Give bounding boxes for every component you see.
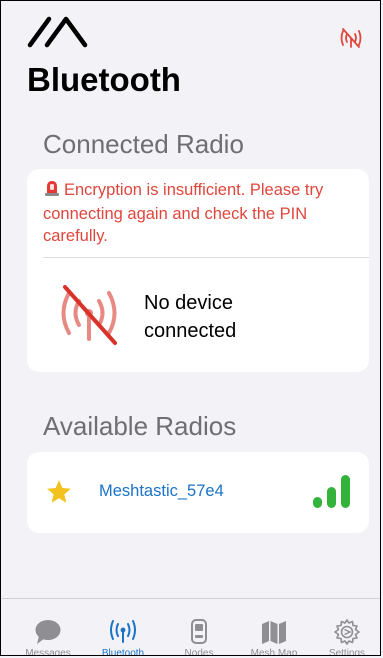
tab-messages[interactable]: Messages: [10, 619, 86, 656]
no-connection-icon: [55, 279, 123, 352]
page-title: Bluetooth: [27, 61, 181, 98]
tab-label: Settings: [328, 648, 366, 656]
antenna-icon: [85, 619, 161, 645]
star-icon[interactable]: [45, 478, 73, 511]
error-message: Encryption is insufficient. Please try c…: [43, 179, 363, 247]
tab-nodes[interactable]: Nodes: [161, 619, 237, 656]
antenna-off-icon[interactable]: [340, 27, 362, 54]
error-text: Encryption is insufficient. Please try c…: [43, 181, 324, 245]
tab-label: Nodes: [184, 648, 214, 656]
radio-name[interactable]: Meshtastic_57e4: [99, 482, 224, 501]
chat-bubble-icon: [10, 619, 86, 645]
tab-label: Messages: [25, 648, 71, 656]
tab-bluetooth[interactable]: Bluetooth: [85, 619, 161, 656]
signal-strength-icon: [313, 475, 353, 514]
connected-radio-card: Encryption is insufficient. Please try c…: [27, 169, 369, 372]
tab-mesh-map[interactable]: Mesh Map: [236, 619, 312, 656]
section-title-connected: Connected Radio: [43, 129, 244, 159]
map-icon: [236, 619, 312, 645]
radio-device-icon: [161, 619, 237, 645]
tab-settings[interactable]: Settings: [309, 619, 380, 656]
section-title-available: Available Radios: [43, 411, 237, 441]
divider: [43, 257, 369, 258]
gear-icon: [309, 619, 380, 645]
meshtastic-logo-icon: [27, 15, 97, 54]
tab-bar: Messages Bluetooth Nodes Mesh Map Settin…: [1, 598, 380, 656]
tab-label: Mesh Map: [250, 648, 298, 656]
alarm-light-icon: [43, 179, 61, 203]
connection-status-text: No device connected: [144, 292, 237, 342]
tab-label: Bluetooth: [101, 648, 145, 656]
app-screen: Bluetooth Connected Radio Encryption is …: [0, 0, 381, 656]
radio-list-item[interactable]: Meshtastic_57e4: [27, 452, 369, 533]
